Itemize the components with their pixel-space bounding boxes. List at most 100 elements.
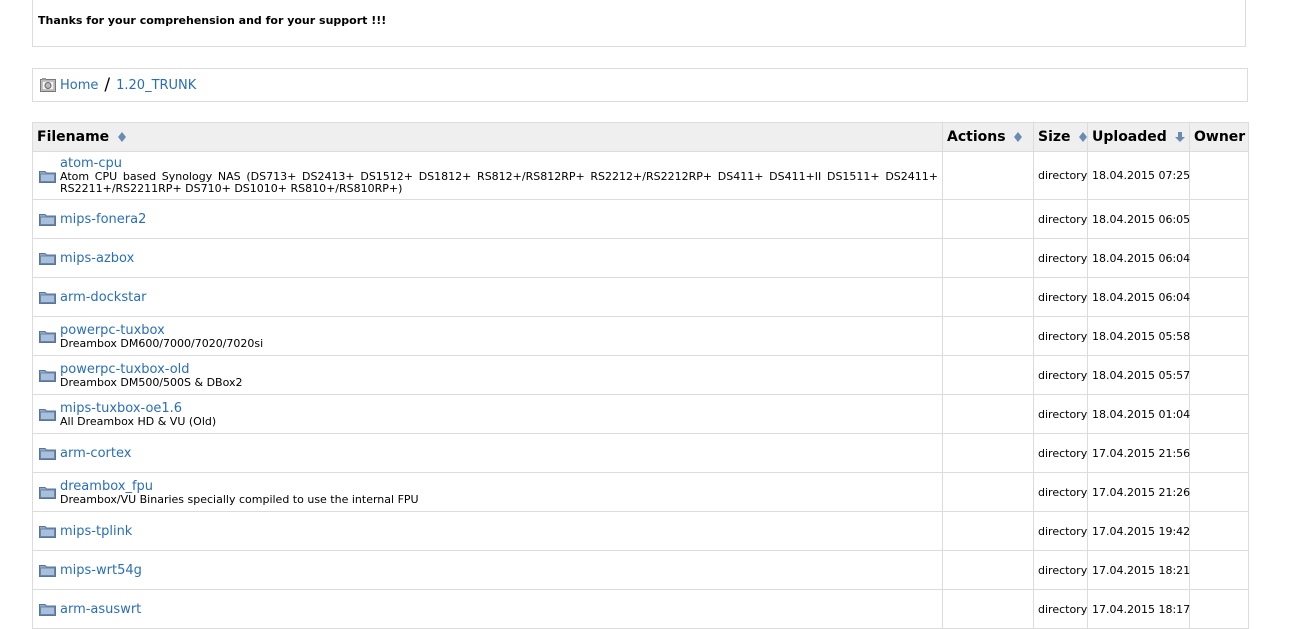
size-cell: directory: [1033, 151, 1088, 200]
file-link[interactable]: powerpc-tuxbox-old: [60, 362, 938, 377]
column-header-uploaded[interactable]: Uploaded: [1087, 122, 1190, 152]
notice-text: Thanks for your comprehension and for yo…: [38, 14, 387, 27]
filename-cell: mips-wrt54g: [32, 550, 943, 590]
actions-cell: [942, 355, 1034, 395]
filename-cell: arm-cortex: [32, 433, 943, 473]
file-link[interactable]: mips-azbox: [60, 251, 938, 266]
folder-icon: [39, 448, 56, 460]
column-header-label: Owner: [1194, 129, 1246, 145]
filename-cell: arm-dockstar: [32, 277, 943, 317]
size-cell: directory: [1033, 355, 1088, 395]
table-row: arm-dockstar directory 18.04.2015 06:04: [32, 277, 1249, 317]
folder-icon: [39, 526, 56, 538]
home-icon[interactable]: [40, 78, 56, 92]
folder-icon: [39, 604, 56, 616]
folder-icon: [39, 331, 56, 343]
actions-cell: [942, 394, 1034, 434]
size-cell: directory: [1033, 589, 1088, 629]
actions-cell: [942, 316, 1034, 356]
sort-icon[interactable]: [1078, 132, 1088, 142]
size-cell: directory: [1033, 394, 1088, 434]
table-row: mips-tuxbox-oe1.6 All Dreambox HD & VU (O…: [32, 394, 1249, 434]
file-link[interactable]: atom-cpu: [60, 156, 938, 171]
owner-cell: [1189, 151, 1249, 200]
table-row: mips-tplink directory 17.04.2015 19:42: [32, 511, 1249, 551]
filename-cell: dreambox_fpu Dreambox/VU Binaries special…: [32, 472, 943, 512]
table-row: powerpc-tuxbox-old Dreambox DM500/500S & …: [32, 355, 1249, 395]
table-row: arm-cortex directory 17.04.2015 21:56: [32, 433, 1249, 473]
actions-cell: [942, 151, 1034, 200]
folder-icon: [39, 487, 56, 499]
file-link[interactable]: dreambox_fpu: [60, 479, 938, 494]
filename-cell: powerpc-tuxbox-old Dreambox DM500/500S & …: [32, 355, 943, 395]
file-description: Atom CPU based Synology NAS (DS713+ DS24…: [60, 170, 938, 195]
owner-cell: [1189, 394, 1249, 434]
file-link[interactable]: powerpc-tuxbox: [60, 323, 938, 338]
actions-cell: [942, 550, 1034, 590]
size-cell: directory: [1033, 238, 1088, 278]
sort-icon[interactable]: [1013, 132, 1023, 142]
filename-cell: mips-tplink: [32, 511, 943, 551]
owner-cell: [1189, 550, 1249, 590]
file-link[interactable]: arm-cortex: [60, 446, 938, 461]
uploaded-cell: 18.04.2015 06:05: [1087, 199, 1190, 239]
owner-cell: [1189, 277, 1249, 317]
owner-cell: [1189, 472, 1249, 512]
folder-icon: [39, 214, 56, 226]
file-link[interactable]: mips-tplink: [60, 524, 938, 539]
size-cell: directory: [1033, 199, 1088, 239]
filename-cell: atom-cpu Atom CPU based Synology NAS (DS7…: [32, 151, 943, 200]
breadcrumb-current-link[interactable]: 1.20_TRUNK: [116, 78, 196, 93]
folder-icon: [39, 170, 56, 183]
filename-cell: arm-asuswrt: [32, 589, 943, 629]
sort-desc-icon[interactable]: [1174, 132, 1185, 142]
column-header-label: Actions: [947, 129, 1006, 145]
size-cell: directory: [1033, 511, 1088, 551]
uploaded-cell: 17.04.2015 21:56: [1087, 433, 1190, 473]
breadcrumb-home-link[interactable]: Home: [60, 78, 98, 93]
owner-cell: [1189, 355, 1249, 395]
folder-icon: [39, 370, 56, 382]
uploaded-cell: 18.04.2015 01:04: [1087, 394, 1190, 434]
column-header-filename[interactable]: Filename: [32, 122, 943, 152]
actions-cell: [942, 238, 1034, 278]
file-link[interactable]: arm-asuswrt: [60, 602, 938, 617]
uploaded-cell: 17.04.2015 19:42: [1087, 511, 1190, 551]
column-header-size[interactable]: Size: [1033, 122, 1088, 152]
uploaded-cell: 18.04.2015 05:58: [1087, 316, 1190, 356]
actions-cell: [942, 433, 1034, 473]
actions-cell: [942, 277, 1034, 317]
file-link[interactable]: mips-fonera2: [60, 212, 938, 227]
file-description: Dreambox DM500/500S & DBox2: [60, 375, 243, 389]
folder-icon: [39, 253, 56, 265]
column-header-owner[interactable]: Owner: [1189, 122, 1249, 152]
breadcrumb-separator: /: [104, 75, 111, 95]
actions-cell: [942, 472, 1034, 512]
owner-cell: [1189, 589, 1249, 629]
size-cell: directory: [1033, 550, 1088, 590]
table-row: atom-cpu Atom CPU based Synology NAS (DS7…: [32, 151, 1249, 200]
column-header-actions[interactable]: Actions: [942, 122, 1034, 152]
table-row: dreambox_fpu Dreambox/VU Binaries special…: [32, 472, 1249, 512]
size-cell: directory: [1033, 277, 1088, 317]
actions-cell: [942, 199, 1034, 239]
folder-icon: [39, 409, 56, 421]
uploaded-cell: 17.04.2015 21:26: [1087, 472, 1190, 512]
file-link[interactable]: arm-dockstar: [60, 290, 938, 305]
sort-icon[interactable]: [117, 132, 127, 142]
uploaded-cell: 17.04.2015 18:21: [1087, 550, 1190, 590]
table-row: mips-fonera2 directory 18.04.2015 06:05: [32, 199, 1249, 239]
table-row: powerpc-tuxbox Dreambox DM600/7000/7020/7…: [32, 316, 1249, 356]
file-link[interactable]: mips-tuxbox-oe1.6: [60, 401, 938, 416]
file-link[interactable]: mips-wrt54g: [60, 563, 938, 578]
filename-cell: powerpc-tuxbox Dreambox DM600/7000/7020/7…: [32, 316, 943, 356]
actions-cell: [942, 511, 1034, 551]
uploaded-cell: 18.04.2015 06:04: [1087, 277, 1190, 317]
file-description: All Dreambox HD & VU (Old): [60, 414, 217, 428]
size-cell: directory: [1033, 316, 1088, 356]
owner-cell: [1189, 199, 1249, 239]
owner-cell: [1189, 511, 1249, 551]
uploaded-cell: 18.04.2015 07:25: [1087, 151, 1190, 200]
uploaded-cell: 18.04.2015 06:04: [1087, 238, 1190, 278]
uploaded-cell: 18.04.2015 05:57: [1087, 355, 1190, 395]
